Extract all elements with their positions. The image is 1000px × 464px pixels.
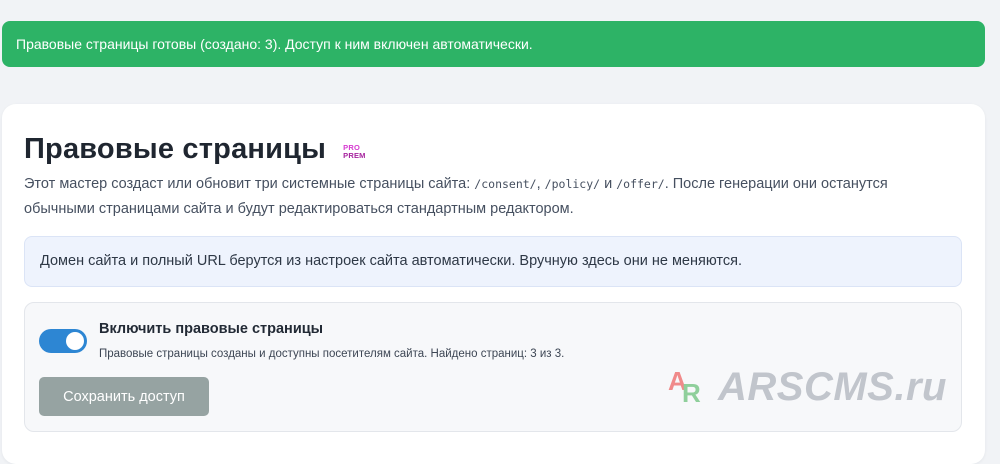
intro-text-1: Этот мастер создаст или обновит три сист… xyxy=(24,176,475,192)
toggle-knob xyxy=(66,332,84,350)
toggle-status-text: Правовые страницы созданы и доступны пос… xyxy=(99,348,565,360)
arscms-watermark: A R ARSCMS.ru xyxy=(666,364,947,410)
success-alert-text: Правовые страницы готовы (создано: 3). Д… xyxy=(16,36,533,52)
pro-prem-badge: PRO PREM xyxy=(343,143,366,160)
enable-legal-pages-toggle[interactable] xyxy=(39,329,87,353)
info-text: Домен сайта и полный URL берутся из наст… xyxy=(40,253,742,269)
info-box: Домен сайта и полный URL берутся из наст… xyxy=(24,236,962,287)
path-policy: /policy/ xyxy=(544,177,601,191)
page-title: Правовые страницы xyxy=(24,133,327,165)
badge-prem-text: PREM xyxy=(343,150,366,160)
intro-sep-1: , xyxy=(536,176,545,192)
intro-description: Этот мастер создаст или обновит три сист… xyxy=(24,172,924,222)
success-alert: Правовые страницы готовы (создано: 3). Д… xyxy=(2,21,985,67)
path-consent: /consent/ xyxy=(474,177,537,191)
page-header: Правовые страницы PRO PREM xyxy=(24,133,366,166)
arscms-logo-icon: A R xyxy=(668,366,701,408)
toggle-label: Включить правовые страницы xyxy=(99,321,324,337)
intro-sep-2: и xyxy=(600,176,617,192)
watermark-text: ARSCMS.ru xyxy=(718,364,947,409)
path-offer: /offer/ xyxy=(616,177,665,191)
save-access-button[interactable]: Сохранить доступ xyxy=(39,377,209,416)
